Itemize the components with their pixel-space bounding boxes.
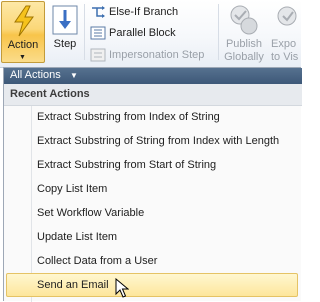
impersonation-step-button: Impersonation Step <box>88 45 216 65</box>
export-label-line1: Expo <box>271 38 297 50</box>
recent-actions-header: Recent Actions <box>4 84 302 106</box>
menu-item-collect-data-from-user[interactable]: Collect Data from a User <box>6 249 298 273</box>
chevron-down-icon: ▼ <box>70 71 78 80</box>
ribbon-separator <box>218 4 219 60</box>
ribbon-separator <box>84 4 85 60</box>
impersonation-step-icon <box>90 48 106 65</box>
menu-item-extract-substring-from-index[interactable]: Extract Substring from Index of String <box>6 105 298 129</box>
menu-item-label: Set Workflow Variable <box>37 207 145 219</box>
parallel-block-icon <box>90 26 106 43</box>
menu-item-send-an-email[interactable]: Send an Email <box>6 273 298 297</box>
publish-globally-label: Publish Globally <box>221 38 267 64</box>
all-actions-filter-label: All Actions <box>10 69 61 81</box>
all-actions-filter[interactable]: All Actions ▼ <box>4 68 302 84</box>
menu-item-set-workflow-variable[interactable]: Set Workflow Variable <box>6 201 298 225</box>
menu-item-label: Extract Substring from Index of String <box>37 111 220 123</box>
action-button-label: Action <box>7 39 39 51</box>
parallel-block-label: Parallel Block <box>109 27 176 39</box>
step-button-label: Step <box>53 38 77 50</box>
publish-label-line2: Globally <box>224 51 264 63</box>
recent-actions-header-label: Recent Actions <box>10 88 90 100</box>
menu-item-update-list-item[interactable]: Update List Item <box>6 225 298 249</box>
else-if-branch-label: Else-If Branch <box>109 6 179 18</box>
menu-item-label: Copy List Item <box>37 183 108 195</box>
actions-dropdown-menu: All Actions ▼ Recent Actions Extract Sub… <box>3 67 302 302</box>
chevron-down-icon: ▼ <box>19 54 26 61</box>
parallel-block-button[interactable]: Parallel Block <box>88 23 216 43</box>
menu-item-label: Extract Substring of String from Index w… <box>37 135 280 147</box>
menu-item-label: Update List Item <box>37 231 118 243</box>
action-button[interactable]: Action ▼ <box>1 1 45 63</box>
menu-item-copy-list-item[interactable]: Copy List Item <box>6 177 298 201</box>
menu-item-label: Collect Data from a User <box>37 255 158 267</box>
publish-label-line1: Publish <box>225 38 263 50</box>
export-label-line2: to Vis <box>271 51 299 63</box>
export-icon <box>275 4 301 39</box>
else-if-branch-button[interactable]: Else-If Branch <box>88 2 216 22</box>
publish-icon <box>229 4 259 39</box>
export-label: Expo to Vis <box>271 38 301 63</box>
menu-item-extract-substring-index-length[interactable]: Extract Substring of String from Index w… <box>6 129 298 153</box>
menu-item-label: Extract Substring from Start of String <box>37 159 217 171</box>
lightning-icon <box>10 5 38 40</box>
branch-icon <box>90 5 106 22</box>
ribbon: Action ▼ Step Else-If Branch Parallel Bl… <box>0 0 301 68</box>
export-to-visio-button: Expo to Vis <box>271 1 301 63</box>
impersonation-step-label: Impersonation Step <box>109 49 205 61</box>
mouse-pointer-icon <box>115 277 130 301</box>
step-button[interactable]: Step <box>48 1 82 63</box>
publish-globally-button: Publish Globally <box>221 1 267 63</box>
menu-item-extract-substring-from-start[interactable]: Extract Substring from Start of String <box>6 153 298 177</box>
menu-item-label: Send an Email <box>37 279 109 291</box>
step-down-arrow-icon <box>52 5 78 38</box>
